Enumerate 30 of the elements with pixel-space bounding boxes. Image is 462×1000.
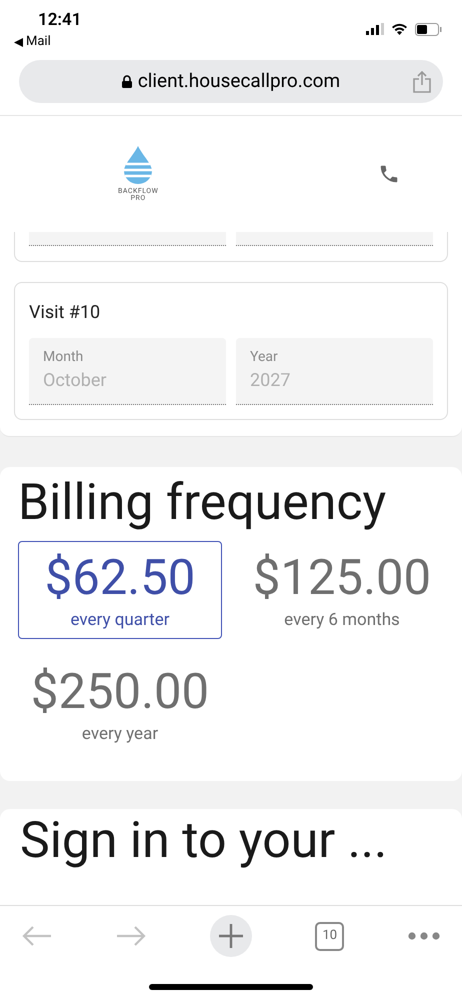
back-to-app-link[interactable]: Mail: [14, 33, 82, 51]
address-bar[interactable]: client.housecallpro.com: [19, 60, 443, 103]
field-label: Month: [43, 348, 84, 366]
select-field[interactable]: Year 2027: [236, 338, 433, 405]
billing-title: Billing frequency: [18, 473, 388, 534]
url-text: client.housecallpro.com: [138, 68, 340, 94]
plus-icon: [218, 923, 244, 949]
lock-icon: [122, 75, 132, 88]
share-icon: [413, 70, 431, 92]
field-value: 2027: [250, 369, 292, 393]
battery-icon: [415, 22, 442, 36]
wifi-icon: [391, 23, 408, 35]
more-icon[interactable]: [408, 932, 440, 940]
signal-icon: [366, 23, 384, 35]
new-tab-button[interactable]: [210, 915, 252, 957]
back-triangle-icon: [14, 38, 23, 46]
billing-option[interactable]: $125.00 every 6 months: [240, 541, 444, 639]
billing-option[interactable]: $250.00 every year: [18, 655, 222, 753]
water-drop-icon: [123, 146, 154, 184]
phone-icon: [378, 163, 400, 185]
field-value: October: [43, 369, 108, 393]
sign-in-title: Sign in to your ...: [20, 811, 388, 872]
visit-title: Visit #10: [29, 301, 102, 325]
billing-option[interactable]: $62.50 every quarter: [18, 541, 222, 639]
select-field[interactable]: Month October: [29, 338, 226, 405]
status-time: 12:41: [37, 10, 82, 30]
select-field[interactable]: [236, 232, 433, 246]
field-label: Year: [250, 348, 279, 366]
select-field[interactable]: [29, 232, 226, 246]
tab-count-button[interactable]: 10: [315, 922, 344, 950]
